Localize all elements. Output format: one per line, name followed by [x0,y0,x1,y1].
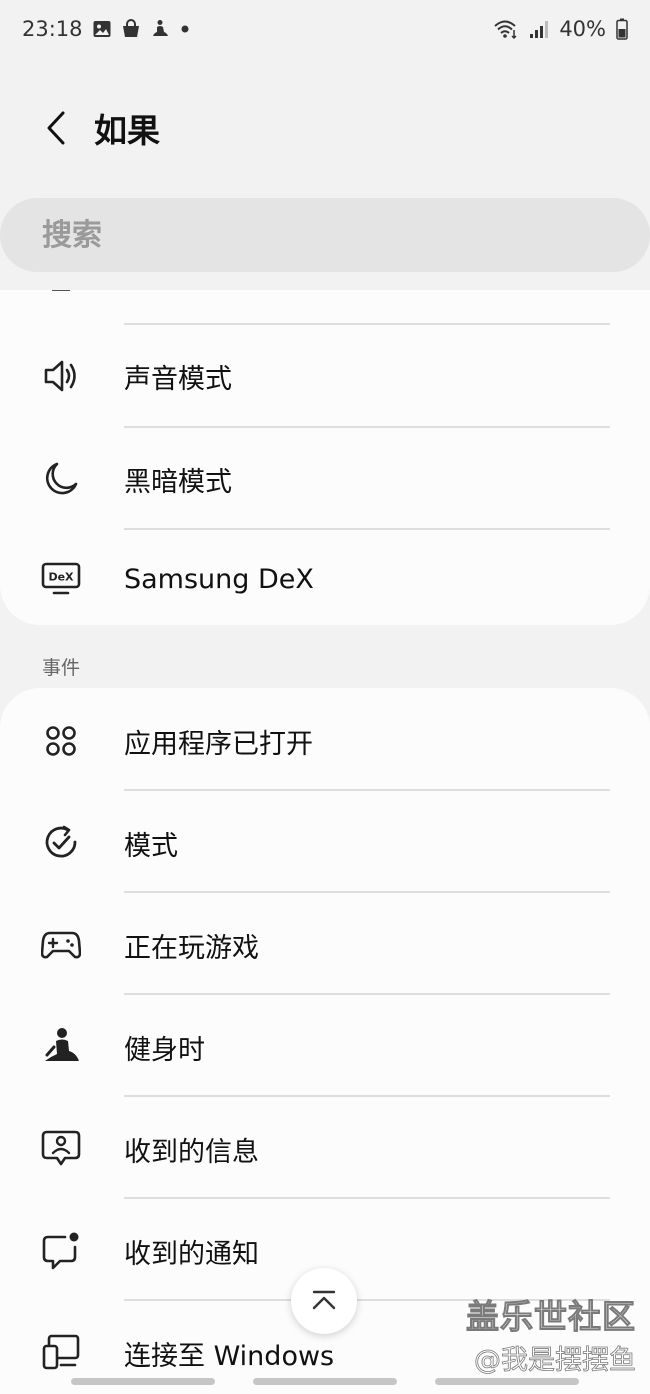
item-label: 健身时 [124,1034,205,1066]
item-label: 声音模式 [124,363,232,395]
windows-link-icon [40,1332,82,1374]
divider [124,1197,610,1199]
divider [124,891,610,893]
message-person-icon [40,1128,82,1170]
status-right: 40% [493,17,628,41]
signal-icon [529,19,549,39]
svg-text:DeX: DeX [48,571,74,584]
shopping-bag-icon [121,19,141,39]
status-left: 23:18 [22,17,191,41]
item-playing-game[interactable]: 正在玩游戏 [0,894,650,996]
page-title: 如果 [94,111,160,150]
chevron-up-icon [312,1290,336,1310]
item-label: 收到的通知 [124,1238,259,1270]
search-input[interactable] [40,216,604,254]
item-label: 正在玩游戏 [124,932,259,964]
item-label: Samsung DeX [124,563,314,595]
top-card: 声音模式 黑暗模式 DeX Samsung DeX [0,290,650,625]
search-bar[interactable] [0,198,650,272]
nav-back-handle[interactable] [435,1378,579,1385]
battery-percent: 40% [559,17,606,41]
divider [124,1095,610,1097]
back-arrow-icon [47,111,65,145]
item-sound-mode[interactable]: 声音模式 [0,325,650,427]
nav-home-handle[interactable] [253,1378,397,1385]
item-label: 黑暗模式 [124,466,232,498]
exercise-status-icon [150,19,170,39]
dex-monitor-icon: DeX [40,558,82,600]
item-label: 应用程序已打开 [124,728,313,760]
item-samsung-dex[interactable]: DeX Samsung DeX [0,528,650,625]
scroll-to-top-button[interactable] [291,1268,357,1334]
item-app-opened[interactable]: 应用程序已打开 [0,690,650,792]
gamepad-icon [40,924,82,966]
item-label: 收到的信息 [124,1136,259,1168]
partially-hidden-item[interactable] [0,290,650,324]
item-label: 连接至 Windows [124,1340,335,1372]
status-bar: 23:18 40% [0,0,650,58]
divider [124,789,610,791]
moon-icon [40,458,82,500]
partial-item-icon [52,290,70,291]
navigation-bar [0,1378,650,1386]
item-received-message[interactable]: 收到的信息 [0,1098,650,1200]
watermark-title: 盖乐世社区 [466,1297,636,1337]
item-label: 模式 [124,830,178,862]
exercise-person-icon [40,1026,82,1068]
section-label-events: 事件 [42,657,81,679]
status-time: 23:18 [22,17,83,41]
watermark-user: @我是摆摆鱼 [474,1345,637,1377]
apps-grid-icon [40,720,82,762]
dot-icon [179,23,191,35]
battery-icon [616,18,628,40]
item-dark-mode[interactable]: 黑暗模式 [0,428,650,530]
item-exercising[interactable]: 健身时 [0,996,650,1098]
divider [124,993,610,995]
notification-bubble-icon [40,1230,82,1272]
wifi-icon [493,18,519,40]
item-mode[interactable]: 模式 [0,792,650,894]
header: 如果 [0,92,650,164]
back-button[interactable] [26,98,86,158]
nav-recents-handle[interactable] [71,1378,215,1385]
mode-check-icon [40,822,82,864]
speaker-icon [40,355,82,397]
gallery-icon [92,19,112,39]
